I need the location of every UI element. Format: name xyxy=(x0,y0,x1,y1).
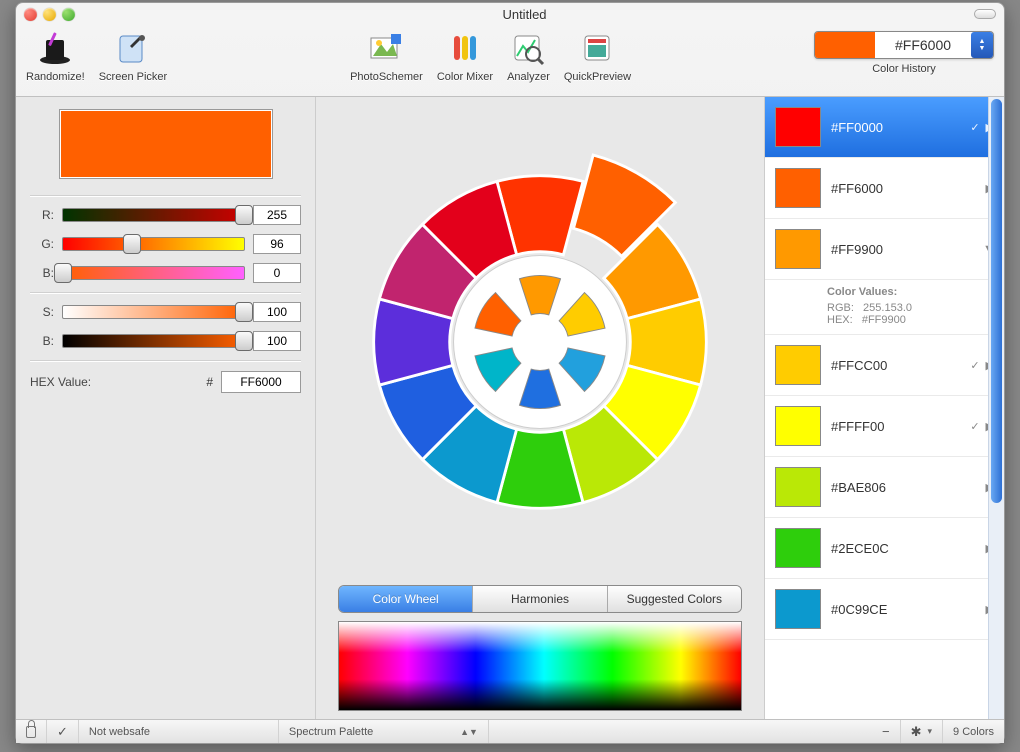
action-menu-button[interactable]: ✱▾ xyxy=(901,720,943,743)
close-window-button[interactable] xyxy=(24,8,37,21)
history-item[interactable]: #0C99CE▶ xyxy=(765,579,1004,640)
dropdown-arrows-icon: ▲▼ xyxy=(460,727,478,737)
history-swatch xyxy=(815,32,875,58)
center-panel: Color Wheel Harmonies Suggested Colors xyxy=(316,97,764,719)
check-icon: ✓ xyxy=(970,121,979,134)
history-hex: #FF0000 xyxy=(831,120,960,135)
history-swatch xyxy=(775,589,821,629)
history-item[interactable]: #FFCC00✓▶ xyxy=(765,335,1004,396)
screen-picker-button[interactable]: Screen Picker xyxy=(99,29,167,83)
quickpreview-button[interactable]: QuickPreview xyxy=(564,29,631,83)
current-color-swatch xyxy=(59,109,273,179)
green-input[interactable] xyxy=(253,234,301,254)
history-hex: #FF6000 xyxy=(831,181,976,196)
saturation-slider-row: S: xyxy=(30,302,301,322)
gear-icon: ✱ xyxy=(911,724,922,740)
hex-label: HEX Value: xyxy=(30,375,91,389)
mixer-icon xyxy=(445,29,485,69)
blue-slider-row: B: xyxy=(30,263,301,283)
websafe-status: Not websafe xyxy=(79,720,279,743)
color-history-panel: #FF0000✓▶#FF6000▶#FF9900▼Color Values:RG… xyxy=(764,97,1004,719)
magic-hat-icon xyxy=(35,29,75,69)
brightness-slider-row: B: xyxy=(30,331,301,351)
remove-color-button[interactable]: − xyxy=(872,720,901,743)
red-slider[interactable] xyxy=(62,208,245,222)
history-item[interactable]: #FF9900▼ xyxy=(765,219,1004,280)
websafe-toggle[interactable]: ✓ xyxy=(47,720,79,743)
window-title: Untitled xyxy=(75,7,974,22)
saturation-slider[interactable] xyxy=(62,305,245,319)
spectrum-palette[interactable] xyxy=(338,621,742,711)
color-mixer-button[interactable]: Color Mixer xyxy=(437,29,493,83)
titlebar: Untitled xyxy=(16,3,1004,25)
minus-icon: − xyxy=(882,724,890,739)
check-icon: ✓ xyxy=(57,724,68,740)
red-input[interactable] xyxy=(253,205,301,225)
history-list: #FF0000✓▶#FF6000▶#FF9900▼Color Values:RG… xyxy=(765,97,1004,719)
minimize-window-button[interactable] xyxy=(43,8,56,21)
status-bar: ✓ Not websafe Spectrum Palette ▲▼ − ✱▾ 9… xyxy=(16,719,1004,743)
photoschemer-button[interactable]: PhotoSchemer xyxy=(350,29,423,83)
history-item[interactable]: #FF0000✓▶ xyxy=(765,97,1004,158)
eyedropper-icon xyxy=(113,29,153,69)
zoom-window-button[interactable] xyxy=(62,8,75,21)
app-window: Untitled Randomize! Screen Picker xyxy=(15,2,1005,744)
analyzer-button[interactable]: Analyzer xyxy=(507,29,550,83)
palette-select[interactable]: Spectrum Palette ▲▼ xyxy=(279,720,489,743)
green-slider-row: G: xyxy=(30,234,301,254)
tab-harmonies[interactable]: Harmonies xyxy=(473,586,607,612)
body-area: R: G: B: S: B: xyxy=(16,97,1004,719)
check-icon: ✓ xyxy=(970,420,979,433)
history-scrollbar[interactable] xyxy=(988,97,1004,719)
toolbar-toggle-pill[interactable] xyxy=(974,9,996,19)
history-swatch xyxy=(775,107,821,147)
left-panel: R: G: B: S: B: xyxy=(16,97,316,719)
history-item[interactable]: #FFFF00✓▶ xyxy=(765,396,1004,457)
view-tabs: Color Wheel Harmonies Suggested Colors xyxy=(338,585,742,613)
history-swatch xyxy=(775,467,821,507)
brightness-slider[interactable] xyxy=(62,334,245,348)
color-history-select[interactable]: #FF6000 ▲▼ xyxy=(814,31,994,59)
toolbar: Randomize! Screen Picker PhotoSchemer xyxy=(16,25,1004,97)
traffic-lights xyxy=(24,8,75,21)
tab-suggested[interactable]: Suggested Colors xyxy=(608,586,741,612)
blue-slider[interactable] xyxy=(62,266,245,280)
history-hex: #FF9900 xyxy=(831,242,973,257)
red-slider-row: R: xyxy=(30,205,301,225)
lock-icon xyxy=(26,726,36,738)
history-swatch xyxy=(775,168,821,208)
saturation-input[interactable] xyxy=(253,302,301,322)
color-history-label: Color History xyxy=(872,63,936,75)
history-swatch xyxy=(775,528,821,568)
history-item[interactable]: #2ECE0C▶ xyxy=(765,518,1004,579)
history-hex: #FFCC00 xyxy=(831,358,960,373)
history-item[interactable]: #BAE806▶ xyxy=(765,457,1004,518)
stepper-arrows-icon[interactable]: ▲▼ xyxy=(971,32,993,58)
photo-icon xyxy=(366,29,406,69)
analyzer-icon xyxy=(508,29,548,69)
history-swatch xyxy=(775,229,821,269)
history-hex: #BAE806 xyxy=(831,480,976,495)
history-hex: #FFFF00 xyxy=(831,419,960,434)
preview-icon xyxy=(578,29,618,69)
brightness-input[interactable] xyxy=(253,331,301,351)
color-count: 9 Colors xyxy=(943,720,1004,743)
history-details: Color Values:RGB: 255.153.0HEX: #FF9900 xyxy=(765,280,1004,335)
history-hex: #0C99CE xyxy=(831,602,976,617)
tab-color-wheel[interactable]: Color Wheel xyxy=(339,586,473,612)
randomize-button[interactable]: Randomize! xyxy=(26,29,85,83)
lock-button[interactable] xyxy=(16,720,47,743)
check-icon: ✓ xyxy=(970,359,979,372)
history-hex: #2ECE0C xyxy=(831,541,976,556)
history-swatch xyxy=(775,345,821,385)
green-slider[interactable] xyxy=(62,237,245,251)
history-swatch xyxy=(775,406,821,446)
hex-input[interactable] xyxy=(221,371,301,393)
history-item[interactable]: #FF6000▶ xyxy=(765,158,1004,219)
blue-input[interactable] xyxy=(253,263,301,283)
color-wheel[interactable] xyxy=(350,152,730,532)
